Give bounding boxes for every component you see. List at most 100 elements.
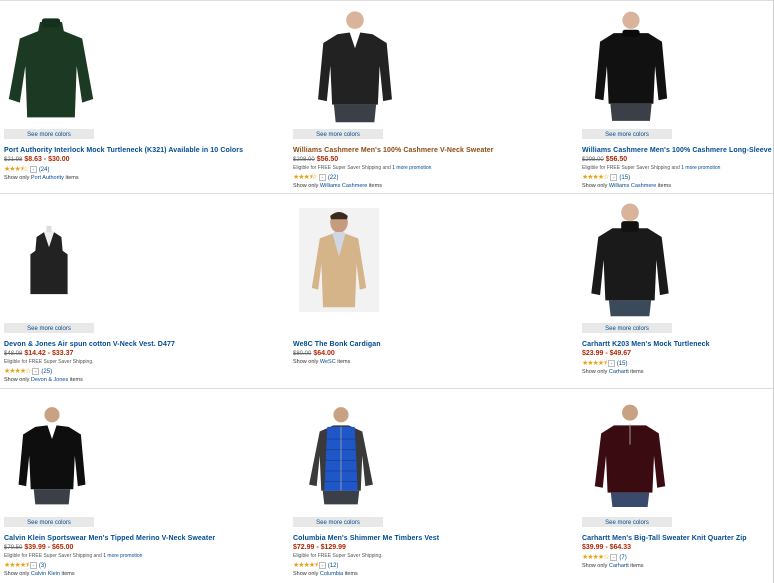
price-line: $21.98 $8.63 - $30.00	[4, 156, 70, 163]
product-image[interactable]	[586, 197, 674, 321]
show-only-prefix: Show only	[293, 359, 320, 365]
brand-filter-link[interactable]: Williams Cashmere	[609, 183, 656, 189]
shipping-eligibility: Eligible for FREE Super Saver Shipping a…	[582, 165, 720, 171]
product-title-link[interactable]: Port Authority Interlock Mock Turtleneck…	[4, 147, 243, 154]
see-more-colors-button[interactable]: See more colors	[582, 517, 672, 527]
review-count-link[interactable]: (24)	[39, 167, 50, 173]
see-more-colors-button[interactable]: See more colors	[582, 129, 672, 139]
eligibility-text: Eligible for FREE Super Saver Shipping a…	[582, 165, 682, 171]
promotion-link[interactable]: 1 more promotion	[392, 165, 431, 171]
show-only-filter: Show only Carhartt items	[582, 369, 643, 375]
product-card: See more colors Devon & Jones Air spun co…	[4, 197, 194, 387]
product-image[interactable]	[590, 393, 670, 517]
product-title-link[interactable]: Williams Cashmere Men's 100% Cashmere V-…	[293, 147, 494, 154]
show-only-suffix: items	[335, 359, 351, 365]
expand-rating-icon[interactable]: +	[318, 173, 326, 181]
show-only-prefix: Show only	[293, 183, 320, 189]
review-count-link[interactable]: (15)	[619, 175, 630, 181]
brand-filter-link[interactable]: Columbia	[320, 571, 343, 577]
product-title-link[interactable]: Calvin Klein Sportswear Men's Tipped Mer…	[4, 535, 215, 542]
see-more-colors-button[interactable]: See more colors	[582, 323, 672, 333]
expand-rating-icon[interactable]: +	[318, 561, 326, 569]
price-line: $48.08 $14.42 - $33.37	[4, 350, 73, 357]
star-rating-icon[interactable]: ★★★⯨☆	[293, 174, 318, 181]
product-card: See more colors Columbia Men's Shimmer Me…	[293, 391, 483, 581]
product-title-link[interactable]: Columbia Men's Shimmer Me Timbers Vest	[293, 535, 439, 542]
show-only-filter: Show only Williams Cashmere items	[582, 183, 671, 189]
show-only-suffix: items	[63, 175, 79, 181]
show-only-suffix: items	[343, 571, 358, 577]
sale-price: $72.99 - $129.99	[293, 544, 346, 551]
product-title-link[interactable]: Devon & Jones Air spun cotton V-Neck Ves…	[4, 341, 175, 348]
see-more-colors-button[interactable]: See more colors	[293, 129, 383, 139]
product-image[interactable]	[18, 205, 80, 315]
price-line: $208.00 $56.50	[293, 156, 338, 163]
sale-price: $39.99 - $65.00	[24, 544, 74, 551]
star-rating-icon[interactable]: ★★★★⯨	[4, 562, 29, 569]
brand-filter-link[interactable]: Carhartt	[609, 369, 629, 375]
star-rating-icon[interactable]: ★★★★☆	[582, 174, 609, 181]
brand-filter-link[interactable]: Port Authority	[31, 175, 64, 181]
brand-filter-link[interactable]: Devon & Jones	[31, 377, 68, 383]
see-more-colors-button[interactable]: See more colors	[4, 129, 94, 139]
product-card: See more colors Williams Cashmere Men's 1…	[293, 3, 493, 193]
review-count-link[interactable]: (3)	[39, 563, 46, 569]
product-card: See more colors Carhartt K203 Men's Mock …	[582, 197, 772, 387]
show-only-suffix: items	[628, 369, 644, 375]
star-rating-icon[interactable]: ★★★★☆	[4, 368, 31, 375]
expand-rating-icon[interactable]: +	[610, 553, 618, 561]
star-rating-icon[interactable]: ★★★★⯨	[582, 360, 607, 367]
sale-price: $64.00	[313, 350, 335, 357]
promotion-link[interactable]: 1 more promotion	[103, 553, 142, 559]
product-image[interactable]	[4, 11, 98, 121]
review-count-link[interactable]: (25)	[41, 369, 52, 375]
brand-filter-link[interactable]: Calvin Klein	[31, 571, 60, 577]
product-image[interactable]	[299, 199, 379, 321]
product-title-link[interactable]: Williams Cashmere Men's 100% Cashmere Lo…	[582, 147, 774, 154]
product-card: See more colors Port Authority Interlock …	[4, 3, 243, 193]
see-more-colors-button[interactable]: See more colors	[293, 517, 383, 527]
star-rating-icon[interactable]: ★★★⯨☆	[4, 166, 29, 173]
brand-filter-link[interactable]: WeSC	[320, 359, 336, 365]
product-image[interactable]	[14, 393, 90, 517]
expand-rating-icon[interactable]: +	[32, 367, 40, 375]
star-rating-icon[interactable]: ★★★★⯨	[293, 562, 318, 569]
list-price: $21.98	[4, 157, 23, 163]
show-only-filter: Show only WeSC items	[293, 359, 350, 365]
list-price: $48.08	[4, 351, 23, 357]
see-more-colors-button[interactable]: See more colors	[4, 517, 94, 527]
star-rating-icon[interactable]: ★★★★☆	[582, 554, 609, 561]
review-count-link[interactable]: (7)	[619, 555, 626, 561]
see-more-colors-button[interactable]: See more colors	[4, 323, 94, 333]
review-count-link[interactable]: (22)	[328, 175, 339, 181]
review-count-link[interactable]: (15)	[617, 361, 628, 367]
sale-price: $56.50	[316, 156, 339, 163]
product-card: See more colors Carhartt Men's Big-Tall S…	[582, 391, 772, 581]
price-line: $80.00 $64.00	[293, 350, 335, 357]
list-price: $208.00	[293, 157, 315, 163]
expand-rating-icon[interactable]: +	[29, 165, 37, 173]
promotion-link[interactable]: 1 more promotion	[681, 165, 720, 171]
expand-rating-icon[interactable]: +	[610, 173, 618, 181]
show-only-filter: Show only Port Authority items	[4, 175, 79, 181]
show-only-filter: Show only Devon & Jones items	[4, 377, 83, 383]
eligibility-text: Eligible for FREE Super Saver Shipping a…	[4, 553, 104, 559]
product-title-link[interactable]: Carhartt K203 Men's Mock Turtleneck	[582, 341, 710, 348]
expand-rating-icon[interactable]: +	[607, 359, 615, 367]
expand-rating-icon[interactable]: +	[29, 561, 37, 569]
product-image[interactable]	[311, 3, 399, 127]
product-image[interactable]	[303, 393, 379, 517]
show-only-filter: Show only Calvin Klein items	[4, 571, 75, 577]
brand-filter-link[interactable]: Carhartt	[609, 563, 629, 569]
show-only-filter: Show only Williams Cashmere items	[293, 183, 382, 189]
product-image[interactable]	[588, 3, 674, 127]
brand-filter-link[interactable]: Williams Cashmere	[320, 183, 367, 189]
row-divider	[0, 388, 774, 389]
show-only-filter: Show only Columbia items	[293, 571, 358, 577]
product-card: See more colors Williams Cashmere Men's 1…	[582, 3, 774, 193]
rating-row: ★★★★☆ + (25)	[4, 367, 52, 375]
product-title-link[interactable]: Carhartt Men's Big-Tall Sweater Knit Qua…	[582, 535, 747, 542]
review-count-link[interactable]: (12)	[328, 563, 339, 569]
show-only-suffix: items	[59, 571, 75, 577]
product-title-link[interactable]: We8C The Bonk Cardigan	[293, 341, 381, 348]
